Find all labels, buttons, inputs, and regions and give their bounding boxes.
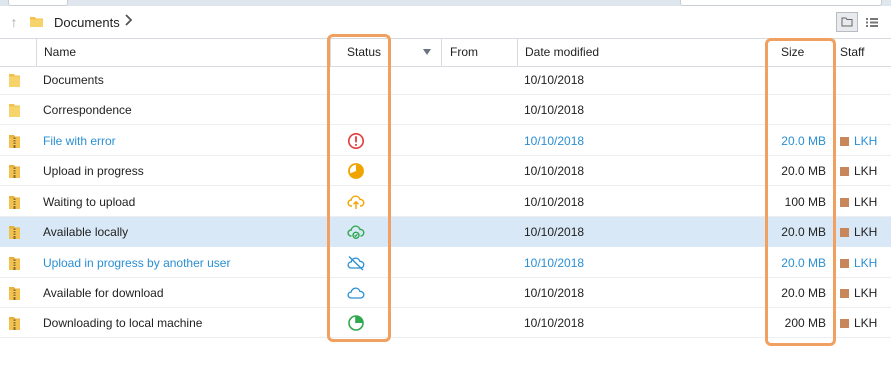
staff-initials: LKH xyxy=(854,256,878,270)
staff-color-square xyxy=(840,319,849,328)
list-view-button[interactable] xyxy=(861,12,883,32)
upload-progress-status-icon xyxy=(347,162,365,180)
column-header-date-modified[interactable]: Date modified xyxy=(525,39,599,66)
file-name: Upload in progress xyxy=(43,164,144,178)
staff-initials: LKH xyxy=(854,225,878,239)
file-row[interactable]: File with error 10/10/2018 20.0 MB LKH xyxy=(0,126,891,156)
list-icon xyxy=(866,18,878,27)
folder-icon xyxy=(9,74,20,87)
file-row[interactable]: Documents 10/10/2018 xyxy=(0,65,891,95)
file-size: 20.0 MB xyxy=(781,256,826,270)
staff-color-square xyxy=(840,198,849,207)
staff-tag: LKH xyxy=(840,195,877,209)
column-header-size[interactable]: Size xyxy=(781,39,804,66)
date-modified: 10/10/2018 xyxy=(524,164,585,178)
file-name[interactable]: Upload in progress by another user xyxy=(43,256,230,270)
staff-tag: LKH xyxy=(840,256,877,270)
file-row[interactable]: Upload in progress by another user 10/10/… xyxy=(0,248,891,278)
file-size: 100 MB xyxy=(784,195,826,209)
file-name[interactable]: File with error xyxy=(43,134,116,148)
file-size: 20.0 MB xyxy=(781,225,826,239)
available-download-status-icon xyxy=(347,284,365,302)
staff-initials: LKH xyxy=(854,164,878,178)
staff-color-square xyxy=(840,259,849,268)
date-modified: 10/10/2018 xyxy=(524,256,585,270)
file-name: Available for download xyxy=(43,286,164,300)
available-locally-status-icon xyxy=(347,223,365,241)
chevron-right-icon[interactable] xyxy=(124,13,134,27)
staff-initials: LKH xyxy=(854,134,878,148)
file-size: 200 MB xyxy=(784,316,826,330)
file-row[interactable]: Available locally 10/10/2018 20.0 MB LKH xyxy=(0,217,891,247)
staff-tag: LKH xyxy=(840,286,877,300)
folder-view-button[interactable] xyxy=(836,12,858,32)
staff-initials: LKH xyxy=(854,316,878,330)
folder-outline-icon xyxy=(841,17,853,27)
zip-folder-icon xyxy=(9,196,20,209)
date-modified: 10/10/2018 xyxy=(524,225,585,239)
column-header-row: Name Status From Date modified Size Staf… xyxy=(0,38,891,67)
file-name: Downloading to local machine xyxy=(43,316,203,330)
folder-icon xyxy=(9,104,20,117)
staff-color-square xyxy=(840,137,849,146)
file-size: 20.0 MB xyxy=(781,164,826,178)
file-name: Documents xyxy=(43,73,104,87)
staff-tag: LKH xyxy=(840,316,877,330)
up-arrow-icon[interactable]: ↑ xyxy=(6,14,22,30)
file-row[interactable]: Upload in progress 10/10/2018 20.0 MB LKH xyxy=(0,156,891,186)
file-name: Waiting to upload xyxy=(43,195,136,209)
file-row[interactable]: Downloading to local machine 10/10/2018 20… xyxy=(0,308,891,338)
zip-folder-icon xyxy=(9,287,20,300)
staff-tag: LKH xyxy=(840,164,877,178)
file-name: Correspondence xyxy=(43,103,132,117)
date-modified: 10/10/2018 xyxy=(524,73,585,87)
date-modified: 10/10/2018 xyxy=(524,286,585,300)
staff-color-square xyxy=(840,228,849,237)
date-modified: 10/10/2018 xyxy=(524,134,585,148)
zip-folder-icon xyxy=(9,317,20,330)
staff-initials: LKH xyxy=(854,195,878,209)
folder-icon xyxy=(30,17,43,27)
downloading-status-icon xyxy=(347,314,365,332)
zip-folder-icon xyxy=(9,226,20,239)
column-header-name[interactable]: Name xyxy=(44,39,76,66)
column-header-status[interactable]: Status xyxy=(347,39,381,66)
zip-folder-icon xyxy=(9,135,20,148)
date-modified: 10/10/2018 xyxy=(524,316,585,330)
staff-tag: LKH xyxy=(840,225,877,239)
staff-color-square xyxy=(840,167,849,176)
upload-other-user-status-icon xyxy=(347,254,365,272)
file-row[interactable]: Waiting to upload 10/10/2018 100 MB LKH xyxy=(0,187,891,217)
waiting-upload-status-icon xyxy=(347,193,365,211)
file-size: 20.0 MB xyxy=(781,134,826,148)
date-modified: 10/10/2018 xyxy=(524,103,585,117)
zip-folder-icon xyxy=(9,257,20,270)
staff-initials: LKH xyxy=(854,286,878,300)
address-bar: ↑ Documents xyxy=(0,6,891,38)
staff-tag: LKH xyxy=(840,134,877,148)
view-toggle xyxy=(836,12,886,32)
file-row[interactable]: Correspondence 10/10/2018 xyxy=(0,95,891,125)
file-size: 20.0 MB xyxy=(781,286,826,300)
file-name: Available locally xyxy=(43,225,129,239)
sort-descending-icon[interactable] xyxy=(423,49,431,55)
column-header-from[interactable]: From xyxy=(450,39,478,66)
file-row[interactable]: Available for download 10/10/2018 20.0 MB L… xyxy=(0,278,891,308)
error-status-icon xyxy=(347,132,365,150)
breadcrumb[interactable]: Documents xyxy=(54,15,120,30)
column-header-staff[interactable]: Staff xyxy=(840,39,864,66)
zip-folder-icon xyxy=(9,165,20,178)
date-modified: 10/10/2018 xyxy=(524,195,585,209)
staff-color-square xyxy=(840,289,849,298)
